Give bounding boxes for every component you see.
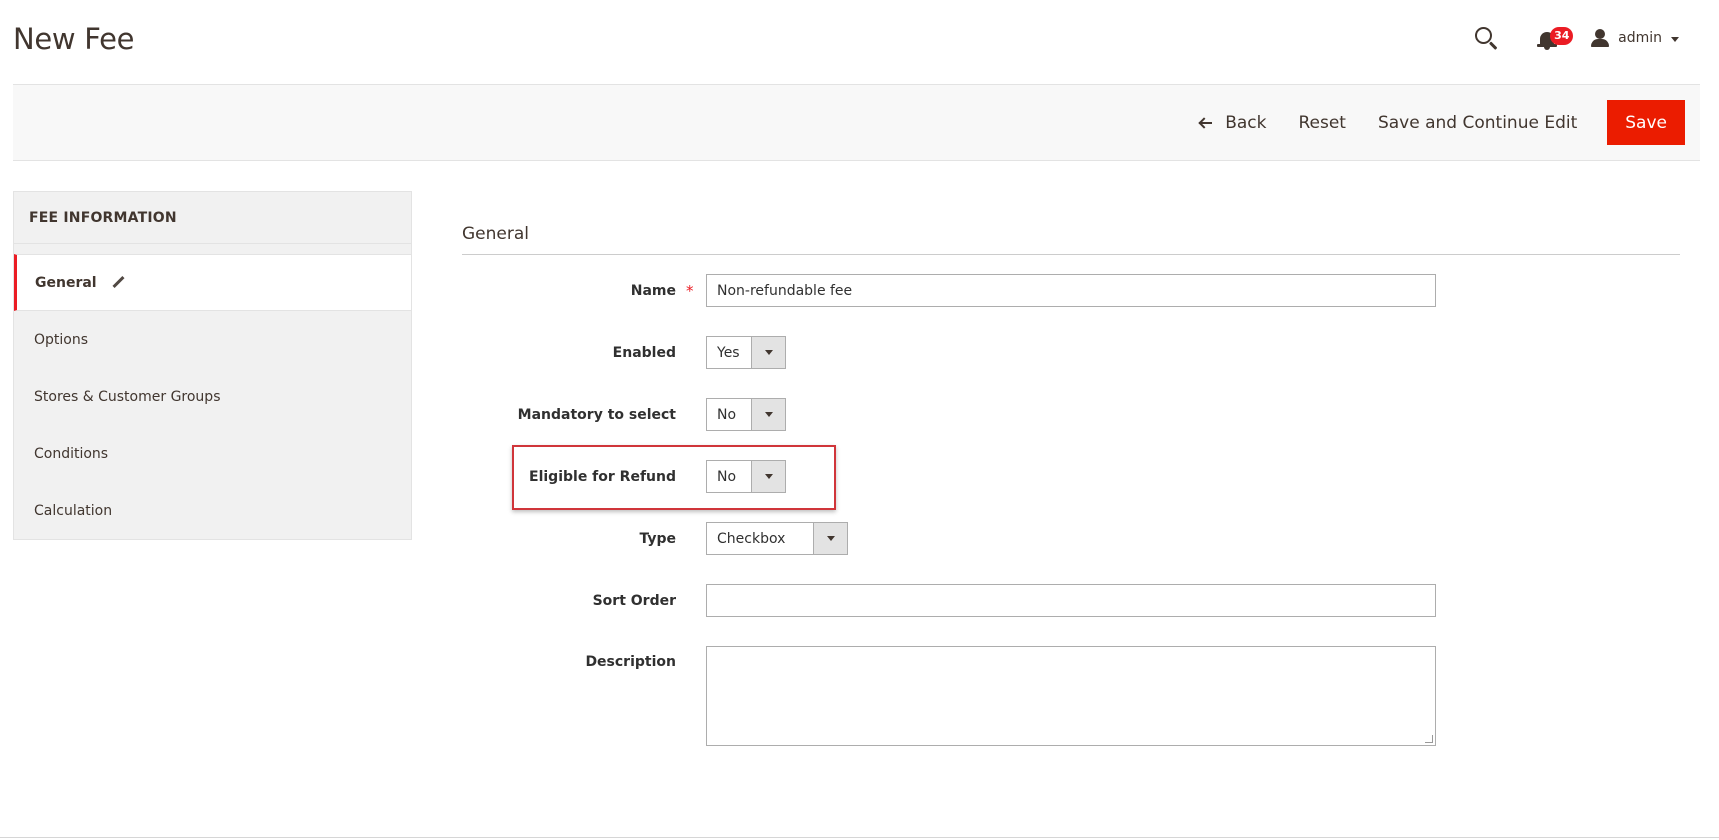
form-row-description: Description xyxy=(462,646,1462,746)
enabled-label: Enabled xyxy=(612,344,676,361)
sort-order-input[interactable] xyxy=(706,584,1436,617)
nav-item-conditions[interactable]: Conditions xyxy=(14,425,411,482)
notifications-badge: 34 xyxy=(1550,27,1574,45)
user-menu[interactable]: admin xyxy=(1590,28,1679,48)
page-actions-toolbar: Back Reset Save and Continue Edit Save xyxy=(13,84,1700,161)
name-label: Name xyxy=(630,282,676,299)
nav-item-calculation[interactable]: Calculation xyxy=(14,482,411,539)
back-button[interactable]: Back xyxy=(1181,100,1282,145)
footer-divider xyxy=(0,837,1719,838)
required-marker: * xyxy=(686,281,694,300)
form-row-name: Name * xyxy=(462,274,1462,307)
dropdown-arrow-icon xyxy=(751,461,785,492)
header-actions: 34 admin xyxy=(1472,20,1679,56)
page-title: New Fee xyxy=(13,22,135,56)
user-icon xyxy=(1590,28,1610,48)
type-label: Type xyxy=(639,530,676,547)
pencil-icon xyxy=(111,275,125,290)
reset-button[interactable]: Reset xyxy=(1282,100,1362,145)
enabled-value: Yes xyxy=(717,344,740,361)
description-textarea[interactable] xyxy=(706,646,1436,746)
name-input[interactable] xyxy=(706,274,1436,307)
form-row-enabled: Enabled Yes xyxy=(462,336,1462,369)
mandatory-label: Mandatory to select xyxy=(517,406,676,423)
arrow-left-icon xyxy=(1197,116,1213,129)
enabled-select[interactable]: Yes xyxy=(706,336,786,369)
mandatory-value: No xyxy=(717,406,737,423)
section-divider xyxy=(462,254,1680,255)
caret-down-icon xyxy=(1671,36,1679,42)
form-row-sort-order: Sort Order xyxy=(462,584,1462,617)
form-row-type: Type Checkbox xyxy=(462,522,1462,555)
nav-title: FEE INFORMATION xyxy=(14,192,411,244)
dropdown-arrow-icon xyxy=(813,523,847,554)
refund-select[interactable]: No xyxy=(706,460,786,493)
form-row-refund: Eligible for Refund No xyxy=(462,460,1462,493)
type-value: Checkbox xyxy=(717,530,786,547)
dropdown-arrow-icon xyxy=(751,337,785,368)
notifications-button[interactable]: 34 xyxy=(1534,24,1574,52)
search-icon[interactable] xyxy=(1472,24,1500,52)
nav-item-options[interactable]: Options xyxy=(14,311,411,368)
back-button-label: Back xyxy=(1225,112,1267,133)
nav-item-label: General xyxy=(35,274,97,291)
form-row-mandatory: Mandatory to select No xyxy=(462,398,1462,431)
user-name: admin xyxy=(1618,30,1662,46)
refund-label: Eligible for Refund xyxy=(529,468,676,485)
refund-value: No xyxy=(717,468,737,485)
mandatory-select[interactable]: No xyxy=(706,398,786,431)
nav-item-general[interactable]: General xyxy=(14,254,411,311)
section-title: General xyxy=(462,224,529,244)
description-label: Description xyxy=(585,654,676,670)
dropdown-arrow-icon xyxy=(751,399,785,430)
fee-information-nav: FEE INFORMATION General Options Stores &… xyxy=(13,191,412,540)
save-button[interactable]: Save xyxy=(1607,100,1685,145)
save-and-continue-button[interactable]: Save and Continue Edit xyxy=(1362,100,1593,145)
resize-handle-icon[interactable] xyxy=(1425,735,1433,743)
nav-item-stores-customer-groups[interactable]: Stores & Customer Groups xyxy=(14,368,411,425)
sort-order-label: Sort Order xyxy=(592,592,676,609)
type-select[interactable]: Checkbox xyxy=(706,522,848,555)
